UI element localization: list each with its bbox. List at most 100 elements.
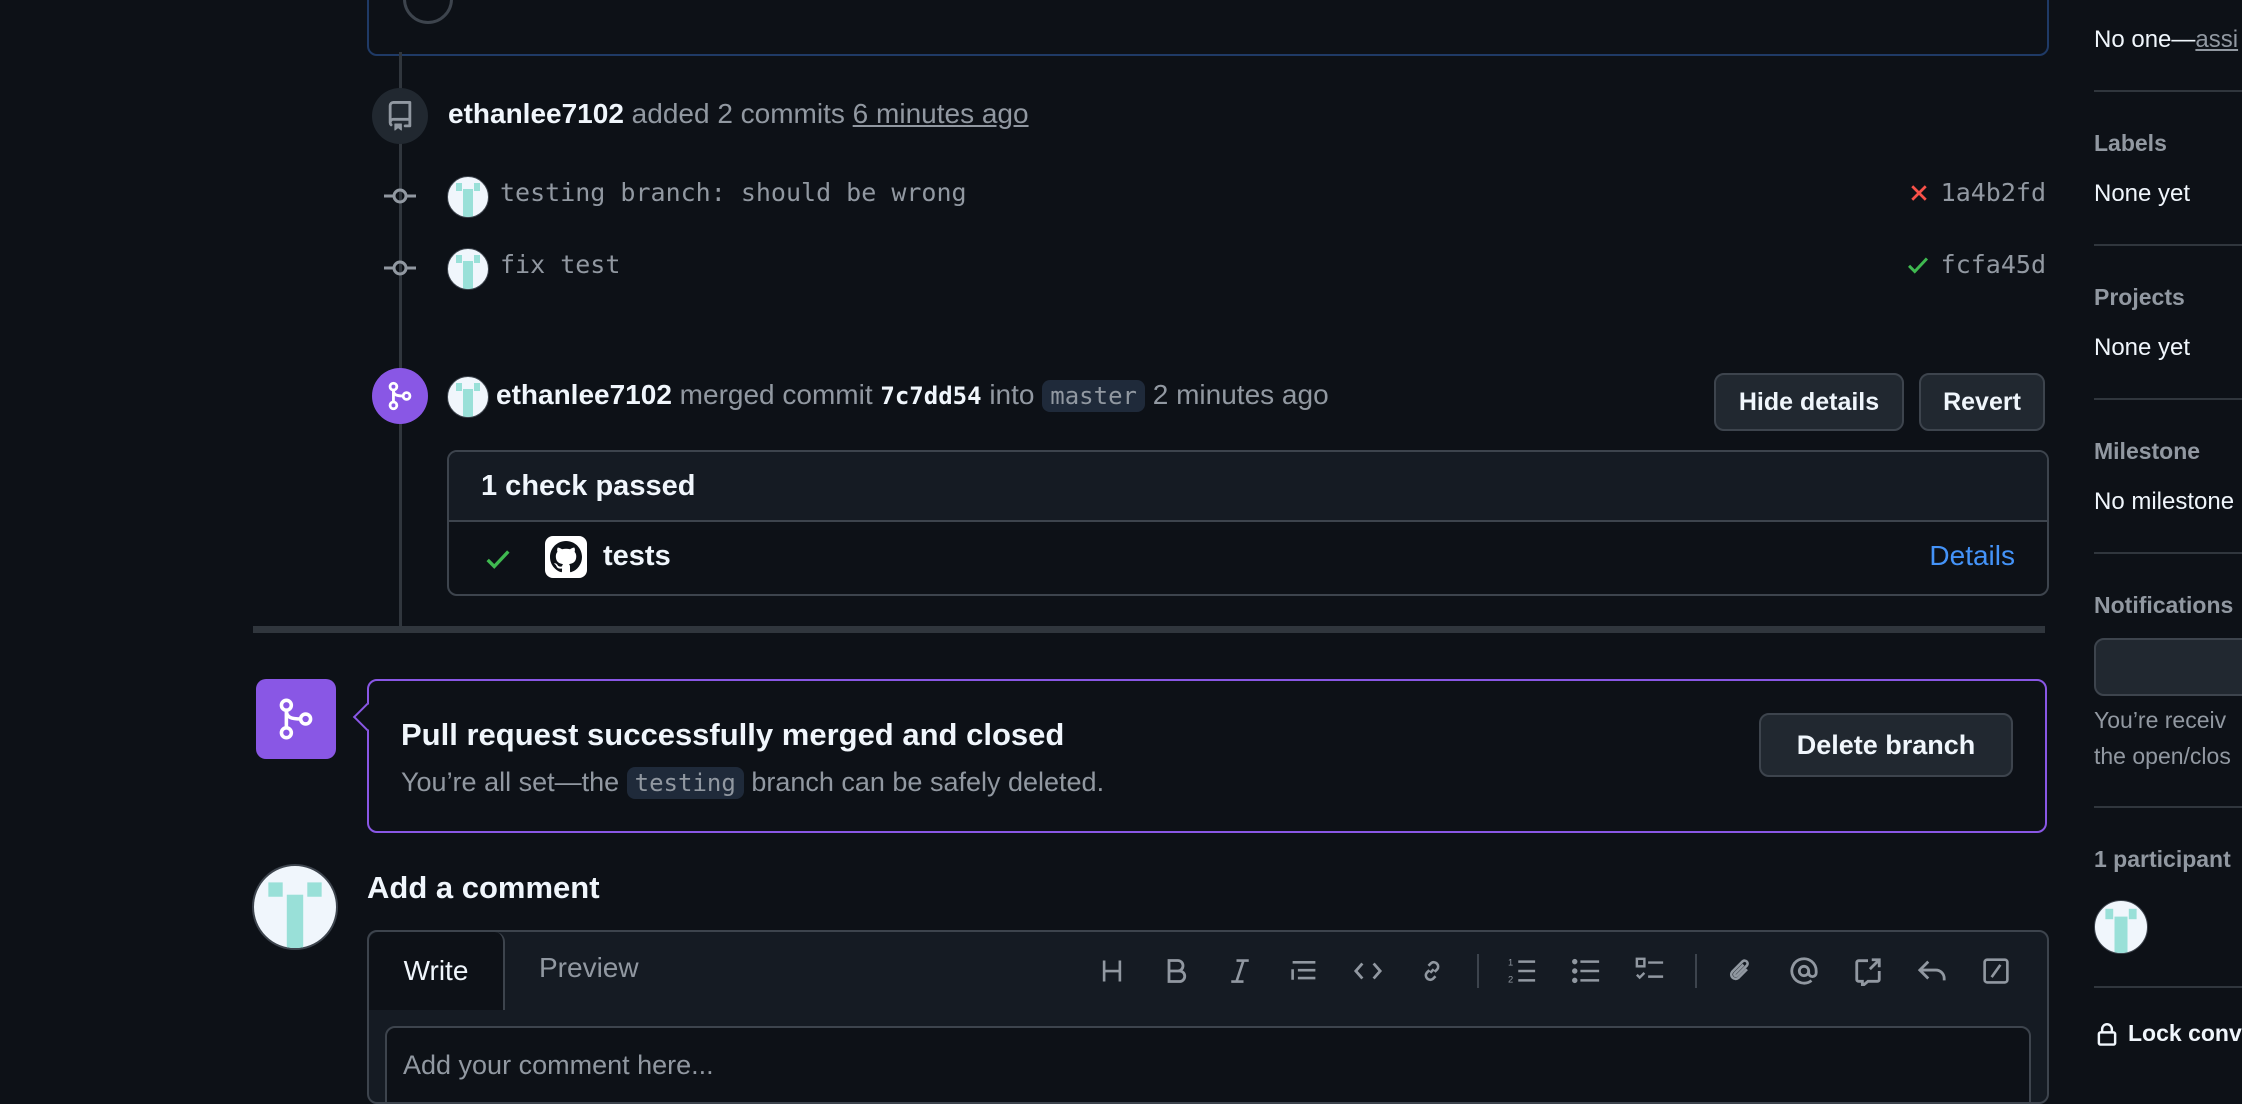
box-caret [352, 702, 382, 732]
right-sidebar: No one—assi Labels None yet Projects Non… [2094, 0, 2242, 1078]
check-icon [486, 550, 510, 569]
labels-value: None yet [2094, 180, 2191, 207]
checks-box: 1 check passed tests Details [447, 450, 2049, 596]
task-list-icon[interactable] [1629, 950, 1671, 992]
assign-yourself-link[interactable]: assi [2195, 26, 2238, 53]
tab-write[interactable]: Write [369, 932, 505, 1010]
commit-sha[interactable]: fcfa45d [1941, 250, 2046, 279]
timeline-divider [253, 626, 2045, 633]
target-branch[interactable]: master [1042, 380, 1145, 412]
code-icon[interactable] [1347, 950, 1389, 992]
event-time[interactable]: 2 minutes ago [1153, 379, 1329, 410]
notifications-line-2: the open/clos [2094, 743, 2231, 769]
event-action: merged commit [679, 379, 873, 410]
mention-icon[interactable] [1783, 950, 1825, 992]
hide-details-button[interactable]: Hide details [1714, 373, 1904, 431]
merged-description: You’re all set—the testing branch can be… [401, 767, 1105, 799]
avatar[interactable] [447, 248, 489, 290]
milestone-value: No milestone [2094, 488, 2235, 515]
toolbar-separator [1477, 954, 1479, 988]
svg-text:1: 1 [1508, 957, 1513, 967]
labels-title[interactable]: Labels [2094, 130, 2167, 157]
participant-avatar[interactable] [2094, 900, 2148, 954]
assignees-none: No one— [2094, 26, 2196, 53]
sidebar-divider [2094, 806, 2242, 808]
merged-desc-before: You’re all set—the [401, 767, 620, 797]
into-word: into [989, 379, 1035, 410]
link-icon[interactable] [1411, 950, 1453, 992]
commit-node-icon [384, 188, 416, 204]
delete-branch-button[interactable]: Delete branch [1759, 713, 2013, 777]
sidebar-divider [2094, 90, 2242, 92]
avatar[interactable] [252, 864, 338, 950]
merged-desc-after: branch can be safely deleted. [751, 767, 1105, 797]
attach-icon[interactable] [1719, 950, 1761, 992]
ordered-list-icon[interactable]: 12 [1501, 950, 1543, 992]
merge-commit-sha[interactable]: 7c7dd54 [880, 382, 981, 410]
merged-badge [256, 679, 336, 759]
partial-circle-icon [403, 0, 453, 24]
tab-preview[interactable]: Preview [539, 952, 639, 984]
event-author[interactable]: ethanlee7102 [448, 98, 624, 129]
github-icon [545, 536, 587, 578]
sidebar-divider [2094, 986, 2242, 988]
commit-row: fix test fcfa45d [380, 248, 2046, 290]
commit-node-icon [384, 260, 416, 276]
avatar[interactable] [447, 176, 489, 218]
notifications-title: Notifications [2094, 592, 2234, 618]
commit-message[interactable]: testing branch: should be wrong [500, 178, 967, 207]
quote-icon[interactable] [1283, 950, 1325, 992]
add-comment-heading: Add a comment [367, 870, 600, 905]
merged-title: Pull request successfully merged and clo… [401, 717, 1065, 752]
event-time-link[interactable]: 6 minutes ago [853, 98, 1029, 129]
commit-row: testing branch: should be wrong 1a4b2fd [380, 176, 2046, 218]
assignees-value: No one—assi [2094, 26, 2238, 54]
projects-title[interactable]: Projects [2094, 284, 2185, 311]
commit-status-sha: 1a4b2fd [1907, 178, 2046, 207]
commit-sha[interactable]: 1a4b2fd [1941, 178, 2046, 207]
event-author[interactable]: ethanlee7102 [496, 379, 672, 410]
subscribe-button[interactable] [2094, 638, 2242, 696]
merge-icon [279, 698, 313, 740]
sidebar-divider [2094, 244, 2242, 246]
heading-icon[interactable] [1091, 950, 1133, 992]
sidebar-divider [2094, 552, 2242, 554]
source-branch[interactable]: testing [626, 767, 744, 799]
commits-event-text: ethanlee7102 added 2 commits 6 minutes a… [448, 97, 1029, 131]
italic-icon[interactable] [1219, 950, 1261, 992]
bold-icon[interactable] [1155, 950, 1197, 992]
checks-header: 1 check passed [449, 452, 2047, 522]
participants-title: 1 participant [2094, 846, 2231, 872]
sidebar-divider [2094, 398, 2242, 400]
event-action: added 2 commits [631, 98, 845, 129]
comment-textarea[interactable]: Add your comment here... [385, 1026, 2031, 1102]
push-event-icon [372, 88, 428, 144]
svg-text:2: 2 [1508, 974, 1513, 984]
commit-status-sha: fcfa45d [1905, 250, 2046, 279]
x-icon[interactable] [1907, 181, 1931, 205]
comment-placeholder: Add your comment here... [403, 1050, 714, 1080]
markdown-toolbar: 12 [1069, 950, 2017, 992]
commit-message[interactable]: fix test [500, 250, 620, 279]
check-row: tests Details [449, 522, 2047, 594]
projects-value: None yet [2094, 334, 2191, 361]
lock-icon [2097, 1022, 2117, 1046]
merged-status-box: Pull request successfully merged and clo… [352, 679, 2047, 833]
lock-conversation[interactable]: Lock conv [2094, 1020, 2242, 1047]
unordered-list-icon[interactable] [1565, 950, 1607, 992]
revert-button[interactable]: Revert [1919, 373, 2045, 431]
reply-icon[interactable] [1911, 950, 1953, 992]
toolbar-separator [1695, 954, 1697, 988]
avatar[interactable] [447, 376, 489, 418]
check-details-link[interactable]: Details [1929, 540, 2015, 572]
cross-reference-icon[interactable] [1847, 950, 1889, 992]
merge-event-text: ethanlee7102 merged commit 7c7dd54 into … [496, 378, 1329, 413]
merge-event-icon [372, 368, 428, 424]
previous-comment-box [367, 0, 2049, 56]
check-icon[interactable] [1905, 252, 1931, 278]
slash-command-icon[interactable] [1975, 950, 2017, 992]
check-name[interactable]: tests [603, 540, 671, 573]
lock-label: Lock conv [2128, 1020, 2242, 1046]
notifications-line-1: You’re receiv [2094, 707, 2227, 733]
milestone-title[interactable]: Milestone [2094, 438, 2200, 465]
